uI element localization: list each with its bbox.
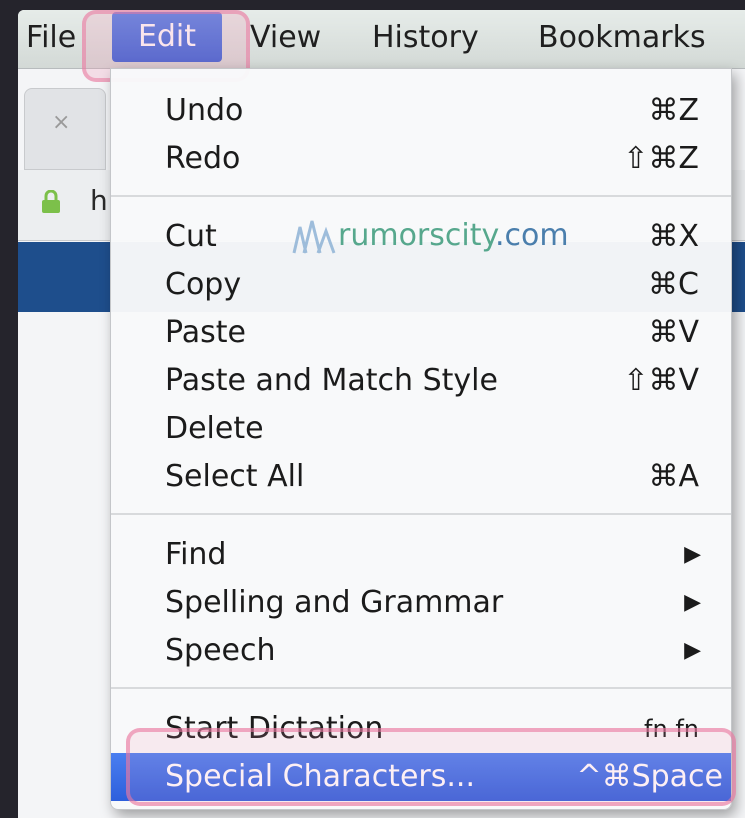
menu-item-label: Find xyxy=(165,537,227,572)
tab-close-icon[interactable]: × xyxy=(52,110,70,135)
menu-separator xyxy=(111,687,731,689)
menu-item-label: Spelling and Grammar xyxy=(165,585,504,620)
menu-file[interactable]: File xyxy=(26,18,76,58)
menu-item-copy[interactable]: Copy ⌘C xyxy=(111,261,731,309)
menu-item-label: Undo xyxy=(165,93,244,128)
menu-history[interactable]: History xyxy=(372,18,479,58)
menu-item-paste[interactable]: Paste ⌘V xyxy=(111,309,731,357)
menu-item-label: Speech xyxy=(165,633,276,668)
submenu-arrow-icon: ▶ xyxy=(684,638,701,663)
watermark-name: rumorscity xyxy=(338,218,495,253)
menu-item-spelling-and-grammar[interactable]: Spelling and Grammar ▶ xyxy=(111,579,731,627)
menu-item-shortcut: ⌘A xyxy=(648,459,699,494)
menu-item-shortcut: ⌘X xyxy=(648,219,699,254)
menu-item-label: Cut xyxy=(165,219,217,254)
special-characters-highlight xyxy=(126,728,736,806)
menu-item-label: Redo xyxy=(165,141,241,176)
menu-item-shortcut: ⌘C xyxy=(648,267,699,302)
building-logo-icon xyxy=(292,220,336,254)
menu-view[interactable]: View xyxy=(250,18,321,58)
watermark-tld: .com xyxy=(494,218,569,253)
menu-item-label: Copy xyxy=(165,267,242,302)
menu-item-label: Delete xyxy=(165,411,264,446)
menu-item-speech[interactable]: Speech ▶ xyxy=(111,627,731,675)
submenu-arrow-icon: ▶ xyxy=(684,542,701,567)
submenu-arrow-icon: ▶ xyxy=(684,590,701,615)
menu-item-shortcut: ⌘V xyxy=(648,315,699,350)
menu-item-find[interactable]: Find ▶ xyxy=(111,531,731,579)
menu-bookmarks[interactable]: Bookmarks xyxy=(538,18,706,58)
edit-dropdown-menu: Undo ⌘Z Redo ⇧⌘Z Cut ⌘X Copy ⌘C Paste ⌘V… xyxy=(110,68,732,810)
menu-item-delete[interactable]: Delete xyxy=(111,405,731,453)
menu-item-label: Paste and Match Style xyxy=(165,363,498,398)
address-bar-text[interactable]: h xyxy=(90,184,108,217)
menu-item-select-all[interactable]: Select All ⌘A xyxy=(111,453,731,501)
menu-separator xyxy=(111,513,731,515)
menu-item-shortcut: ⇧⌘Z xyxy=(623,141,699,176)
menu-item-label: Select All xyxy=(165,459,305,494)
watermark: rumorscity.com xyxy=(290,216,569,256)
screen: × h File Edit View History Bookmarks Und… xyxy=(18,10,745,818)
menu-item-paste-and-match-style[interactable]: Paste and Match Style ⇧⌘V xyxy=(111,357,731,405)
menu-item-shortcut: ⇧⌘V xyxy=(623,363,699,398)
menu-item-shortcut: ⌘Z xyxy=(648,93,699,128)
menu-item-redo[interactable]: Redo ⇧⌘Z xyxy=(111,135,731,183)
menu-separator xyxy=(111,195,731,197)
menu-item-undo[interactable]: Undo ⌘Z xyxy=(111,87,731,135)
menu-item-label: Paste xyxy=(165,315,246,350)
lock-icon xyxy=(42,190,60,213)
